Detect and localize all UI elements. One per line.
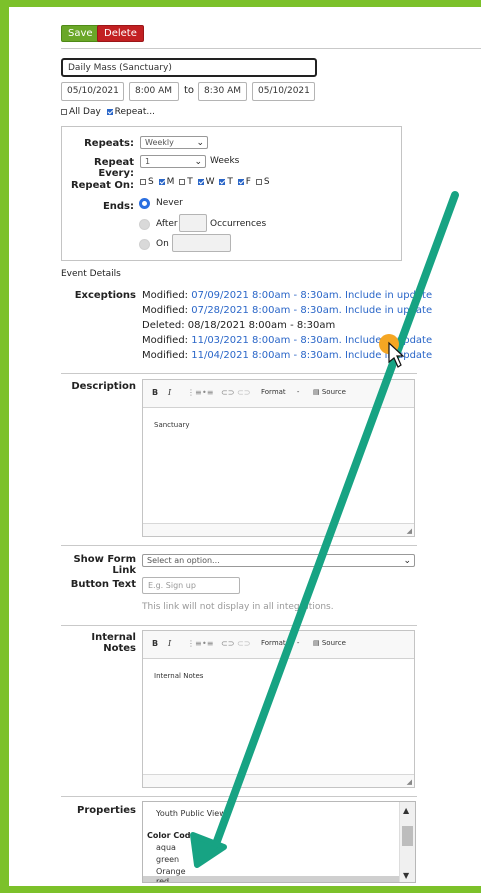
event-editor-panel: Save Delete Daily Mass (Sanctuary) 05/10… bbox=[9, 7, 481, 886]
annotation-overlay bbox=[190, 191, 459, 868]
annotation-arrow-shaft bbox=[209, 191, 459, 856]
